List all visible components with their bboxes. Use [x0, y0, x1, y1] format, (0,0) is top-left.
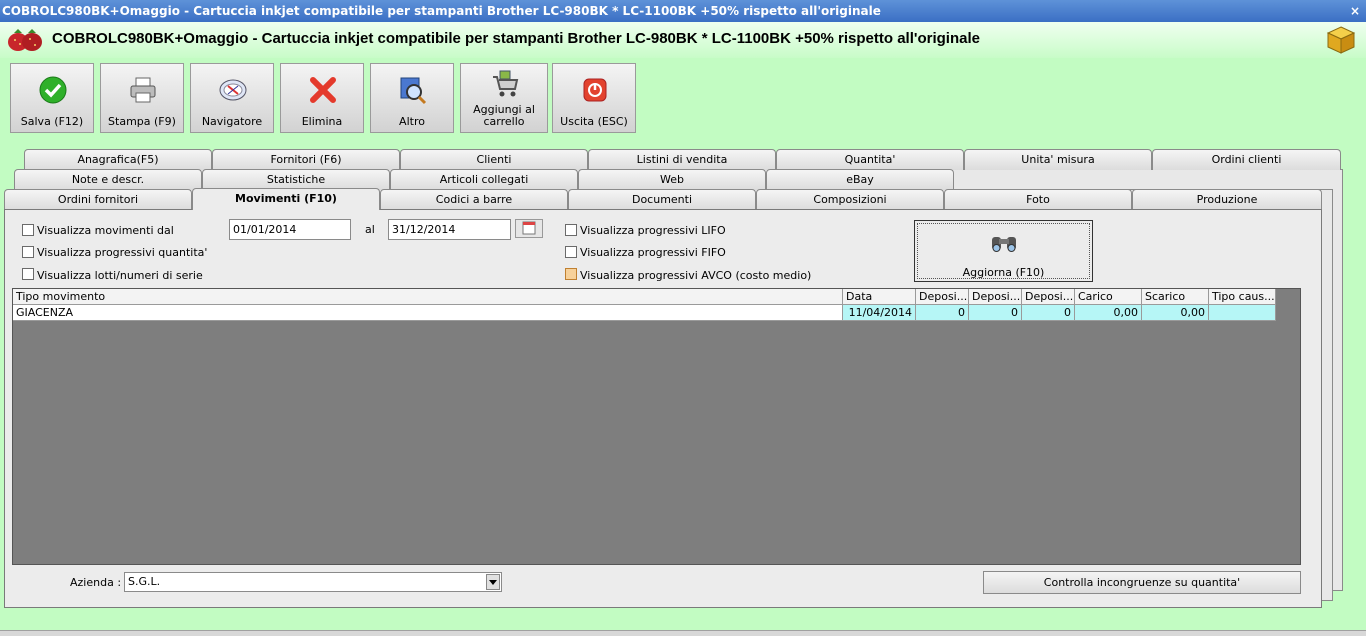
delete-x-icon	[310, 77, 336, 103]
delete-button[interactable]: Elimina	[280, 63, 364, 133]
tab-ebay[interactable]: eBay	[766, 169, 954, 190]
table-cell	[1209, 305, 1276, 321]
shopping-cart-icon	[493, 70, 519, 97]
package-cube-icon	[1326, 26, 1356, 54]
table-cell: GIACENZA	[13, 305, 843, 321]
table-cell: 0	[1022, 305, 1075, 321]
exit-button[interactable]: Uscita (ESC)	[552, 63, 636, 133]
table-cell: 11/04/2014	[843, 305, 916, 321]
product-header: COBROLC980BK+Omaggio - Cartuccia inkjet …	[0, 22, 1366, 58]
show-movements-checkbox[interactable]	[22, 224, 34, 236]
delete-label: Elimina	[301, 115, 343, 128]
column-header[interactable]: Tipo caus...	[1209, 289, 1276, 305]
table-cell: 0,00	[1142, 305, 1209, 321]
tab-movimenti[interactable]: Movimenti (F10)	[192, 188, 380, 210]
tab-produzione[interactable]: Produzione	[1132, 189, 1322, 210]
date-from-input[interactable]: 01/01/2014	[229, 219, 351, 240]
navigator-button[interactable]: Navigatore	[190, 63, 274, 133]
table-cell: 0,00	[1075, 305, 1142, 321]
refresh-label: Aggiorna (F10)	[962, 266, 1045, 279]
fifo-label: Visualizza progressivi FIFO	[580, 246, 726, 259]
avco-checkbox[interactable]	[565, 268, 577, 280]
print-button[interactable]: Stampa (F9)	[100, 63, 184, 133]
show-lots-label: Visualizza lotti/numeri di serie	[37, 269, 203, 282]
fifo-checkbox[interactable]	[565, 246, 577, 258]
other-label: Altro	[399, 115, 425, 128]
show-movements-label: Visualizza movimenti dal	[37, 224, 174, 237]
date-to-input[interactable]: 31/12/2014	[388, 219, 511, 240]
refresh-button[interactable]: Aggiorna (F10)	[914, 220, 1093, 282]
company-select[interactable]: S.G.L.	[124, 572, 502, 592]
column-header[interactable]: Deposi...	[1022, 289, 1075, 305]
tab-codici-barre[interactable]: Codici a barre	[380, 189, 568, 210]
other-button[interactable]: Altro	[370, 63, 454, 133]
show-progressive-qty-checkbox[interactable]	[22, 246, 34, 258]
tab-note-descr[interactable]: Note e descr.	[14, 169, 202, 190]
binoculars-icon	[992, 237, 1016, 252]
page-title: COBROLC980BK+Omaggio - Cartuccia inkjet …	[52, 30, 980, 47]
column-header[interactable]: Deposi...	[969, 289, 1022, 305]
window-title: COBROLC980BK+Omaggio - Cartuccia inkjet …	[2, 4, 881, 18]
table-cell: 0	[969, 305, 1022, 321]
tab-composizioni[interactable]: Composizioni	[756, 189, 944, 210]
tab-ordini-fornitori[interactable]: Ordini fornitori	[4, 189, 192, 210]
checkmark-icon	[39, 76, 67, 104]
add-to-cart-button[interactable]: Aggiungi al carrello	[460, 63, 548, 133]
print-label: Stampa (F9)	[108, 115, 176, 128]
tab-unita-misura[interactable]: Unita' misura	[964, 149, 1152, 170]
add-to-cart-label: Aggiungi al carrello	[461, 104, 547, 128]
movements-table[interactable]: Tipo movimento Data Deposi... Deposi... …	[12, 288, 1301, 565]
tab-listini-vendita[interactable]: Listini di vendita	[588, 149, 776, 170]
column-header[interactable]: Data	[843, 289, 916, 305]
exit-label: Uscita (ESC)	[560, 115, 628, 128]
tab-anagrafica[interactable]: Anagrafica(F5)	[24, 149, 212, 170]
dropdown-arrow-icon[interactable]	[486, 574, 500, 590]
tab-statistiche[interactable]: Statistiche	[202, 169, 390, 190]
tab-web[interactable]: Web	[578, 169, 766, 190]
show-progressive-qty-label: Visualizza progressivi quantita'	[37, 246, 208, 259]
power-off-icon	[583, 78, 607, 102]
tab-quantita[interactable]: Quantita'	[776, 149, 964, 170]
tab-foto[interactable]: Foto	[944, 189, 1132, 210]
add-to-cart-label-line2: carrello	[483, 115, 525, 128]
check-inconsistencies-button[interactable]: Controlla incongruenze su quantita'	[983, 571, 1301, 594]
show-lots-checkbox[interactable]	[22, 268, 34, 280]
calendar-button[interactable]	[515, 219, 543, 238]
window-titlebar: COBROLC980BK+Omaggio - Cartuccia inkjet …	[0, 0, 1366, 22]
company-label: Azienda :	[70, 576, 122, 589]
table-header: Tipo movimento Data Deposi... Deposi... …	[13, 289, 1276, 305]
tab-articoli-collegati[interactable]: Articoli collegati	[390, 169, 578, 190]
lifo-checkbox[interactable]	[565, 224, 577, 236]
table-cell: 0	[916, 305, 969, 321]
calendar-icon	[522, 221, 536, 235]
strawberry-logo-icon	[8, 29, 42, 51]
close-icon[interactable]: ×	[1350, 0, 1360, 22]
navigator-label: Navigatore	[201, 115, 263, 128]
table-row[interactable]: GIACENZA 11/04/2014 0 0 0 0,00 0,00	[13, 305, 1276, 321]
printer-icon	[130, 77, 156, 103]
save-label: Salva (F12)	[20, 115, 84, 128]
magnifier-icon	[400, 77, 427, 105]
save-button[interactable]: Salva (F12)	[10, 63, 94, 133]
tab-fornitori[interactable]: Fornitori (F6)	[212, 149, 400, 170]
status-bar	[0, 630, 1366, 636]
column-header[interactable]: Scarico	[1142, 289, 1209, 305]
compass-icon	[219, 79, 247, 101]
tab-documenti[interactable]: Documenti	[568, 189, 756, 210]
company-select-value: S.G.L.	[128, 575, 161, 588]
column-header[interactable]: Carico	[1075, 289, 1142, 305]
column-header[interactable]: Tipo movimento	[13, 289, 843, 305]
avco-label: Visualizza progressivi AVCO (costo medio…	[580, 269, 812, 282]
tab-clienti[interactable]: Clienti	[400, 149, 588, 170]
lifo-label: Visualizza progressivi LIFO	[580, 224, 726, 237]
tab-ordini-clienti[interactable]: Ordini clienti	[1152, 149, 1341, 170]
column-header[interactable]: Deposi...	[916, 289, 969, 305]
date-to-label: al	[365, 223, 375, 236]
